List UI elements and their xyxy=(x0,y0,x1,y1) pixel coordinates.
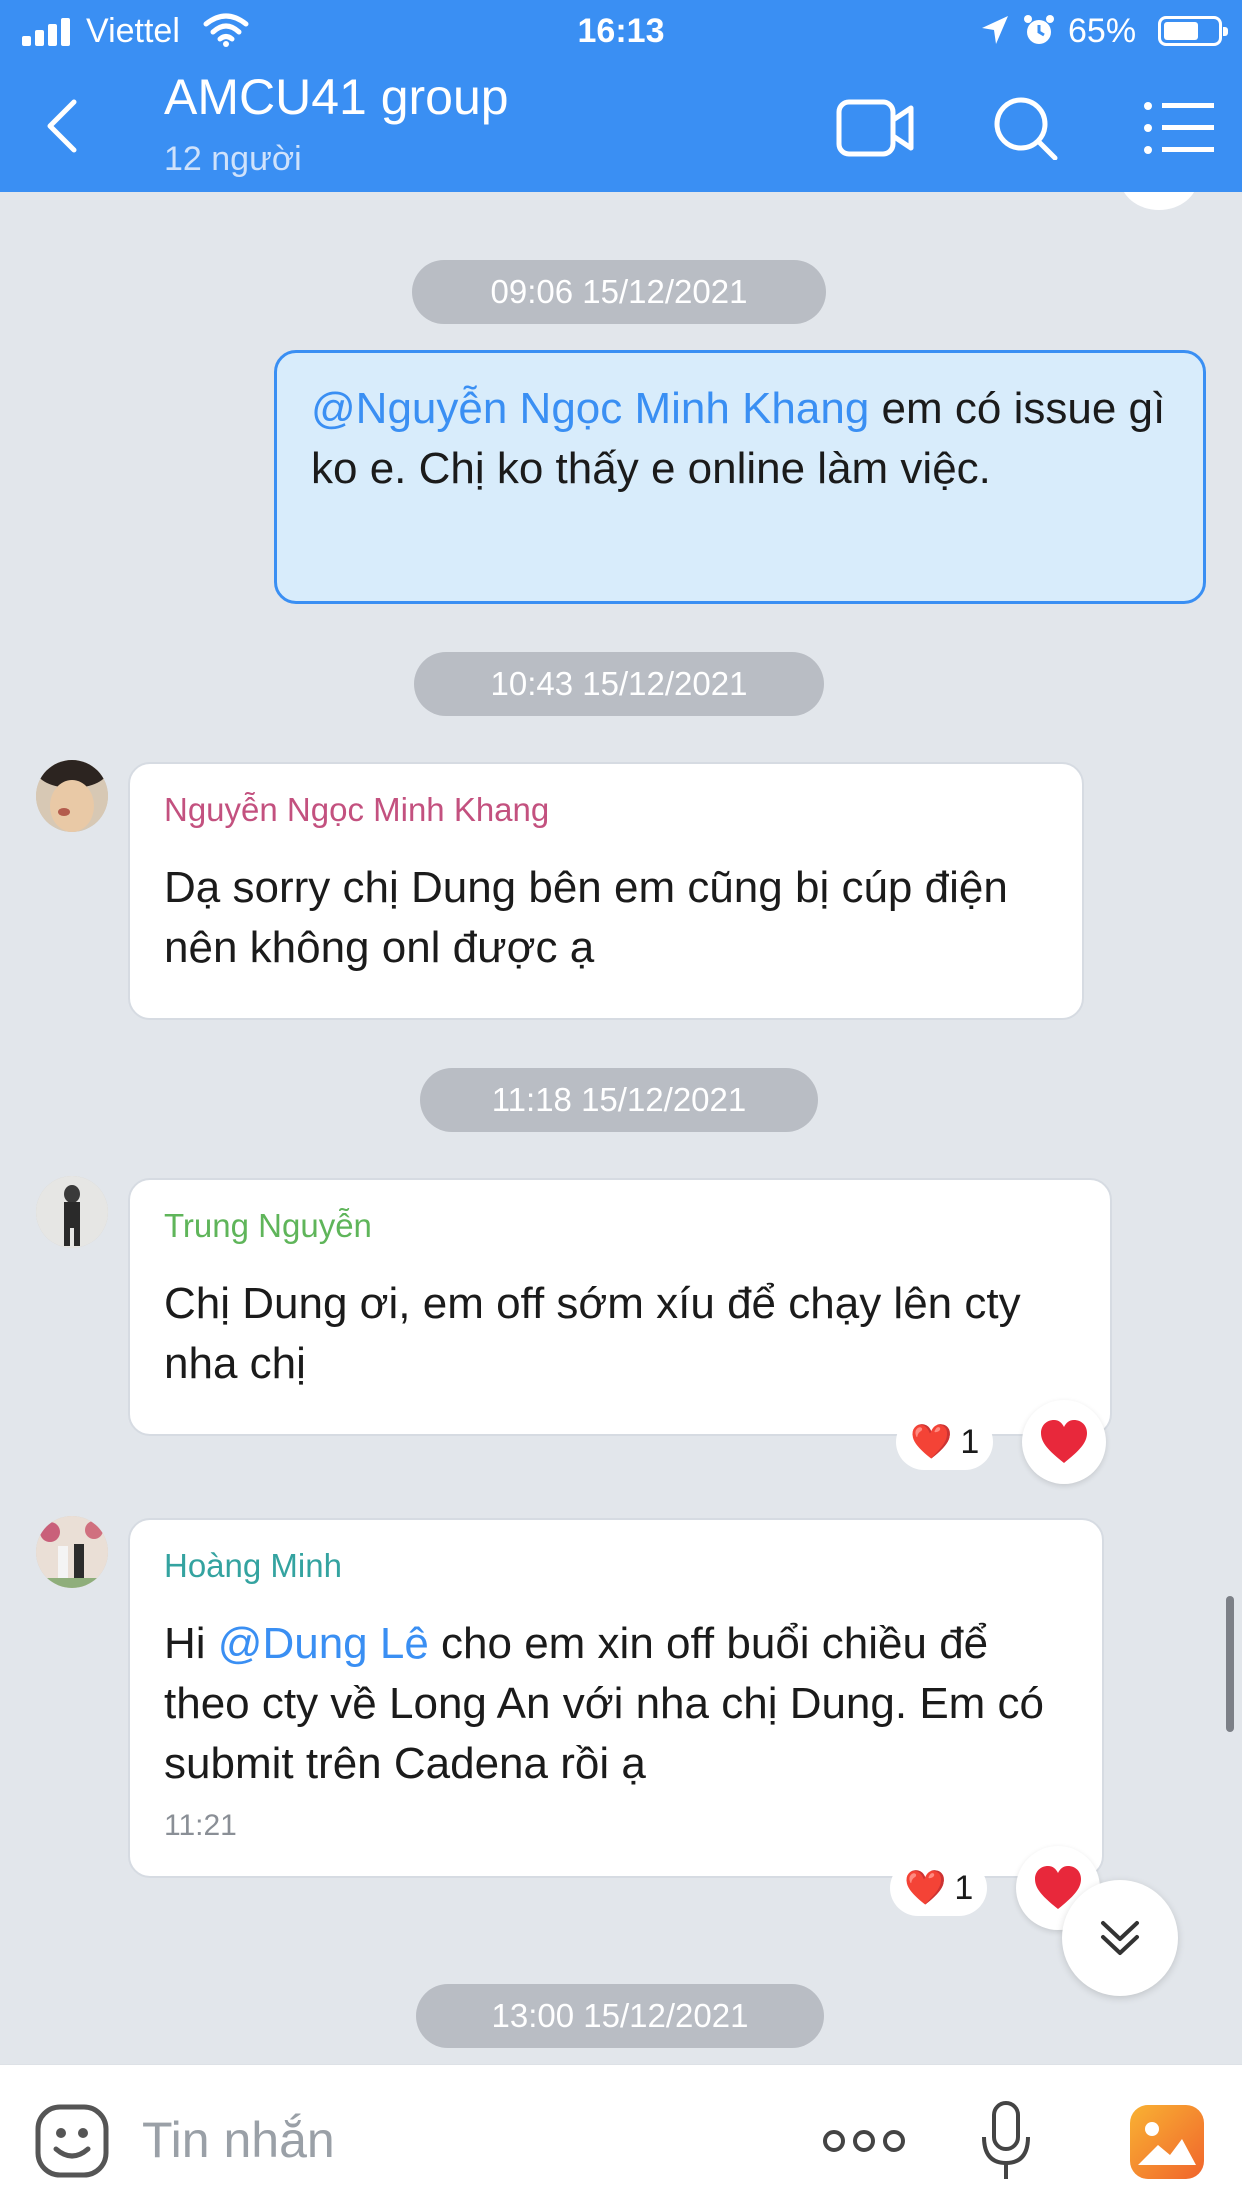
message-text: Chị Dung ơi, em off sớm xíu để chạy lên … xyxy=(164,1279,1021,1388)
sender-name[interactable]: Nguyễn Ngọc Minh Khang xyxy=(164,790,1048,830)
member-count[interactable]: 12 người xyxy=(164,140,302,179)
reaction-summary[interactable]: ❤️ 1 xyxy=(896,1414,994,1470)
location-arrow-icon xyxy=(982,16,1008,44)
video-camera-icon[interactable] xyxy=(835,96,915,160)
react-button[interactable] xyxy=(1022,1400,1106,1484)
date-separator: 09:06 15/12/2021 xyxy=(412,260,826,324)
reaction-count: 1 xyxy=(954,1868,974,1907)
alarm-clock-icon xyxy=(1024,15,1054,44)
avatar[interactable] xyxy=(36,1176,108,1248)
own-message-bubble[interactable]: @Nguyễn Ngọc Minh Khang em có issue gì k… xyxy=(274,350,1206,604)
date-separator: 11:18 15/12/2021 xyxy=(420,1068,818,1132)
message-text: Hi @Dung Lê cho em xin off buổi chiều để… xyxy=(164,1619,1045,1788)
sender-name[interactable]: Hoàng Minh xyxy=(164,1546,1068,1586)
message-time: 11:21 xyxy=(164,1809,237,1842)
date-separator: 13:00 15/12/2021 xyxy=(416,1984,824,2048)
chat-header: Viettel 16:13 65% AMCU41 group 12 người xyxy=(0,0,1242,192)
message-text: Dạ sorry chị Dung bên em cũng bị cúp điệ… xyxy=(164,863,1008,972)
heart-icon xyxy=(1041,1420,1087,1463)
status-bar: Viettel 16:13 65% xyxy=(0,0,1242,62)
message-composer: Tin nhắn xyxy=(0,2064,1242,2208)
double-chevron-down-icon xyxy=(1101,1921,1139,1955)
battery-icon xyxy=(1158,16,1228,46)
heart-reaction-icon: ❤️ xyxy=(904,1869,947,1907)
microphone-icon[interactable] xyxy=(978,2099,1034,2183)
reaction-count: 1 xyxy=(960,1422,980,1461)
avatar[interactable] xyxy=(36,1516,108,1588)
scrollbar[interactable] xyxy=(1226,1596,1234,1732)
date-separator: 10:43 15/12/2021 xyxy=(414,652,824,716)
search-icon[interactable] xyxy=(985,96,1065,160)
message-bubble[interactable]: Nguyễn Ngọc Minh Khang Dạ sorry chị Dung… xyxy=(128,762,1084,1020)
list-menu-icon[interactable] xyxy=(1140,96,1220,160)
photo-icon[interactable] xyxy=(1128,2103,1206,2181)
message-bubble[interactable]: Hoàng Minh Hi @Dung Lê cho em xin off bu… xyxy=(128,1518,1104,1878)
reaction-summary[interactable]: ❤️ 1 xyxy=(890,1860,988,1916)
battery-percent: 65% xyxy=(1068,12,1137,50)
avatar[interactable] xyxy=(36,760,108,832)
sender-name[interactable]: Trung Nguyễn xyxy=(164,1206,1076,1246)
mention-link[interactable]: @Nguyễn Ngọc Minh Khang xyxy=(311,384,869,433)
message-input[interactable]: Tin nhắn xyxy=(142,2111,335,2169)
message-bubble[interactable]: Trung Nguyễn Chị Dung ơi, em off sớm xíu… xyxy=(128,1178,1112,1436)
group-title[interactable]: AMCU41 group xyxy=(164,68,509,126)
mention-link[interactable]: @Dung Lê xyxy=(218,1619,429,1668)
previous-reaction-edge xyxy=(1120,192,1198,210)
more-dots-icon[interactable] xyxy=(822,2121,906,2161)
emoji-icon[interactable] xyxy=(34,2103,110,2179)
scroll-to-bottom-button[interactable] xyxy=(1062,1880,1178,1996)
heart-reaction-icon: ❤️ xyxy=(910,1423,953,1461)
message-text: @Nguyễn Ngọc Minh Khang em có issue gì k… xyxy=(311,384,1166,493)
back-chevron-icon[interactable] xyxy=(40,96,84,156)
message-list[interactable]: 09:06 15/12/2021 @Nguyễn Ngọc Minh Khang… xyxy=(0,192,1242,2064)
